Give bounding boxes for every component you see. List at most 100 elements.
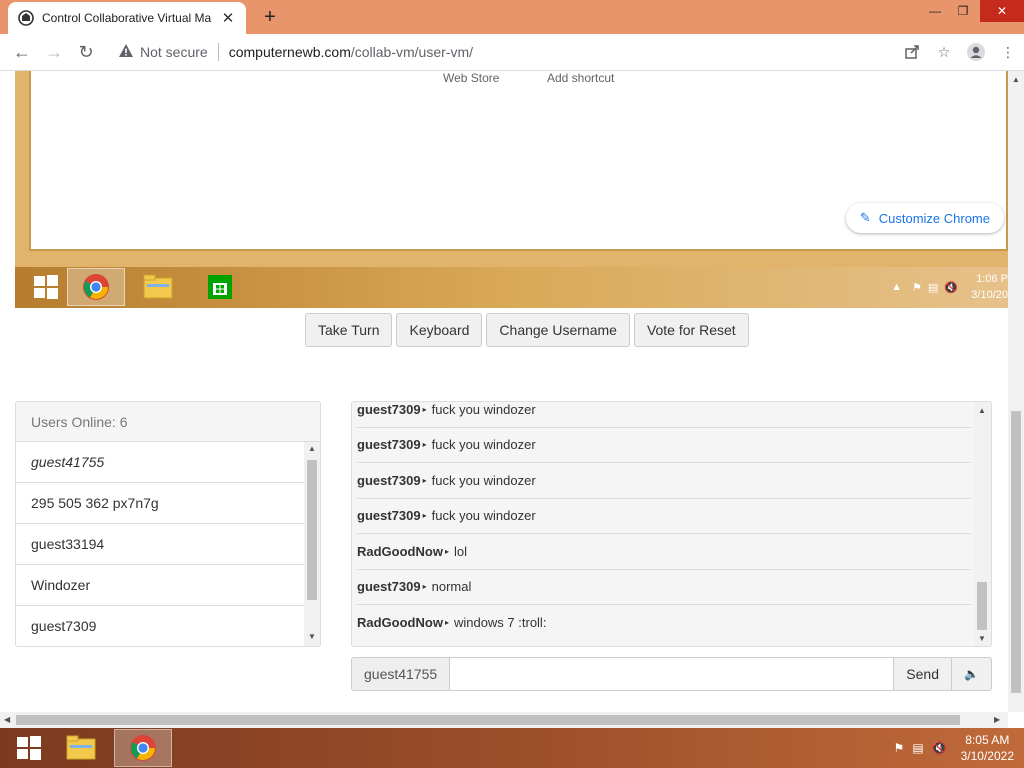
vm-tray-chevron-icon[interactable]: ▲ bbox=[891, 281, 902, 293]
chat-arrow-icon: ▸ bbox=[422, 440, 427, 450]
host-volume-muted-icon[interactable]: 🔇 bbox=[932, 741, 947, 755]
chat-message: guest7309 ▸ fuck you windozer bbox=[357, 463, 971, 499]
keyboard-button[interactable]: Keyboard bbox=[396, 313, 483, 347]
page-horizontal-scrollbar[interactable]: ◀ ▶ bbox=[0, 712, 1008, 728]
vote-reset-button[interactable]: Vote for Reset bbox=[633, 313, 749, 347]
tab-close-icon[interactable]: ✕ bbox=[220, 10, 236, 27]
chat-text: fuck you windozer bbox=[431, 437, 536, 453]
host-network-icon[interactable]: ▤ bbox=[912, 741, 923, 755]
address-bar[interactable]: Not secure computernewb.com/collab-vm/us… bbox=[108, 38, 888, 66]
change-username-button[interactable]: Change Username bbox=[486, 313, 630, 347]
volume-icon[interactable]: 🔈 bbox=[952, 657, 992, 691]
chat-username[interactable]: guest7309 bbox=[357, 437, 421, 452]
profile-avatar-icon[interactable] bbox=[960, 36, 992, 68]
vm-chrome-newtab: Web Store Add shortcut ✎ Customize Chrom… bbox=[29, 71, 1008, 251]
chat-arrow-icon: ▸ bbox=[422, 404, 427, 414]
vm-taskbar: ▲ ⚑ ▤ 🔇 1:06 P 3/10/20 bbox=[15, 267, 1008, 308]
vm-flag-icon[interactable]: ⚑ bbox=[912, 281, 922, 294]
page-vertical-scrollbar-thumb[interactable] bbox=[1011, 411, 1021, 693]
take-turn-button[interactable]: Take Turn bbox=[305, 313, 393, 347]
chat-message: guest7309 ▸ normal bbox=[357, 570, 971, 605]
vm-file-explorer-icon[interactable] bbox=[129, 268, 187, 306]
chat-arrow-icon: ▸ bbox=[444, 618, 449, 628]
page-vertical-scrollbar[interactable]: ▲ bbox=[1008, 71, 1024, 712]
chat-scroll-down-icon[interactable]: ▼ bbox=[978, 634, 986, 643]
host-file-explorer-icon[interactable] bbox=[52, 729, 110, 767]
security-label[interactable]: Not secure bbox=[140, 44, 208, 60]
bookmark-star-icon[interactable]: ☆ bbox=[928, 36, 960, 68]
host-start-windows-icon[interactable] bbox=[0, 729, 58, 767]
warning-icon[interactable] bbox=[118, 43, 134, 62]
user-list-item[interactable]: Windozer bbox=[16, 565, 304, 606]
vm-customize-label: Customize Chrome bbox=[878, 210, 990, 226]
chat-username[interactable]: guest7309 bbox=[357, 402, 421, 417]
vm-volume-muted-icon[interactable]: 🔇 bbox=[944, 281, 958, 294]
chat-username[interactable]: guest7309 bbox=[357, 579, 421, 594]
reload-icon[interactable]: ↻ bbox=[70, 36, 102, 68]
users-scrollbar[interactable]: ▲ ▼ bbox=[304, 442, 320, 646]
share-icon[interactable] bbox=[896, 36, 928, 68]
host-clock[interactable]: 8:05 AM 3/10/2022 bbox=[961, 732, 1014, 764]
site-favicon-icon bbox=[18, 10, 34, 26]
vm-web-store-label: Web Store bbox=[443, 71, 500, 85]
chat-message: guest7309 ▸ fuck you windozer bbox=[357, 499, 971, 534]
page-scroll-up-icon[interactable]: ▲ bbox=[1012, 75, 1020, 84]
back-icon[interactable]: ← bbox=[6, 36, 38, 68]
chat-text: fuck you windozer bbox=[431, 401, 536, 417]
chat-input-row: guest41755 Send 🔈 bbox=[351, 657, 992, 691]
forward-icon[interactable]: → bbox=[38, 36, 70, 68]
user-list-item[interactable]: guest7309 bbox=[16, 606, 304, 646]
chat-username[interactable]: guest7309 bbox=[357, 508, 421, 523]
page-scroll-left-icon[interactable]: ◀ bbox=[4, 715, 10, 724]
chat-panel: guest7309 ▸ fuck you windozer guest7309 ▸ fu… bbox=[351, 401, 992, 647]
users-scrollbar-thumb[interactable] bbox=[307, 460, 317, 600]
vm-clock-date: 3/10/20 bbox=[971, 289, 1008, 301]
window-close-icon[interactable]: ✕ bbox=[980, 0, 1024, 22]
chat-message: guest7309 ▸ fuck you windozer bbox=[357, 428, 971, 463]
chat-message: guest7309 ▸ fuck you windozer bbox=[357, 401, 971, 428]
host-system-tray: ⚑ ▤ 🔇 8:05 AM 3/10/2022 bbox=[894, 730, 1014, 766]
chat-input[interactable] bbox=[450, 657, 894, 691]
vm-chrome-taskbar-icon[interactable] bbox=[67, 268, 125, 306]
chat-text: fuck you windozer bbox=[431, 472, 536, 488]
browser-tab[interactable]: Control Collaborative Virtual Ma ✕ bbox=[8, 2, 246, 34]
host-chrome-taskbar-icon[interactable] bbox=[114, 729, 172, 767]
user-list-item[interactable]: guest41755 bbox=[16, 442, 304, 483]
chat-text: normal bbox=[431, 579, 472, 595]
page-horizontal-scrollbar-thumb[interactable] bbox=[16, 715, 960, 725]
vm-system-tray: ▲ ⚑ ▤ 🔇 1:06 P 3/10/20 bbox=[891, 269, 1008, 305]
chat-username[interactable]: RadGoodNow bbox=[357, 615, 443, 630]
chat-username-label[interactable]: guest41755 bbox=[351, 657, 451, 691]
chat-message-list: guest7309 ▸ fuck you windozer guest7309 ▸ fu… bbox=[352, 401, 971, 641]
user-list-item[interactable]: 295 505 362 px7n7g bbox=[16, 483, 304, 524]
vm-screen[interactable]: Web Store Add shortcut ✎ Customize Chrom… bbox=[15, 71, 1008, 308]
chat-scrollbar-thumb[interactable] bbox=[977, 582, 987, 630]
new-tab-icon[interactable]: + bbox=[258, 5, 282, 29]
users-scroll-down-icon[interactable]: ▼ bbox=[308, 632, 316, 641]
page-content: Web Store Add shortcut ✎ Customize Chrom… bbox=[0, 71, 1008, 712]
vm-store-icon[interactable] bbox=[191, 268, 249, 306]
user-list-item[interactable]: guest33194 bbox=[16, 524, 304, 565]
page-scroll-right-icon[interactable]: ▶ bbox=[994, 715, 1000, 724]
host-flag-icon[interactable]: ⚑ bbox=[894, 741, 905, 755]
chat-text: windows 7 :troll: bbox=[453, 615, 547, 631]
chat-username[interactable]: guest7309 bbox=[357, 473, 421, 488]
minimize-icon[interactable]: — bbox=[920, 0, 950, 22]
chat-username[interactable]: RadGoodNow bbox=[357, 544, 443, 559]
browser-toolbar: ← → ↻ Not secure computernewb.com/collab… bbox=[0, 34, 1024, 71]
vm-clock[interactable]: 1:06 P 3/10/20 bbox=[968, 271, 1008, 303]
tab-title: Control Collaborative Virtual Ma bbox=[42, 11, 212, 25]
restore-icon[interactable]: ❐ bbox=[948, 0, 978, 22]
send-button[interactable]: Send bbox=[893, 657, 952, 691]
menu-kebab-icon[interactable]: ⋮ bbox=[992, 36, 1024, 68]
vm-add-shortcut-label: Add shortcut bbox=[547, 71, 615, 85]
chat-scrollbar[interactable]: ▲ ▼ bbox=[974, 402, 991, 646]
chat-text: lol bbox=[453, 543, 467, 559]
vm-network-icon[interactable]: ▤ bbox=[928, 281, 938, 294]
chat-text: fuck you windozer bbox=[431, 508, 536, 524]
toolbar-actions: ☆ ⋮ bbox=[896, 36, 1024, 68]
chat-scroll-up-icon[interactable]: ▲ bbox=[978, 406, 986, 415]
url-text[interactable]: computernewb.com/collab-vm/user-vm/ bbox=[229, 44, 473, 60]
users-scroll-up-icon[interactable]: ▲ bbox=[308, 444, 316, 453]
vm-customize-chrome-button[interactable]: ✎ Customize Chrome bbox=[845, 203, 1004, 233]
